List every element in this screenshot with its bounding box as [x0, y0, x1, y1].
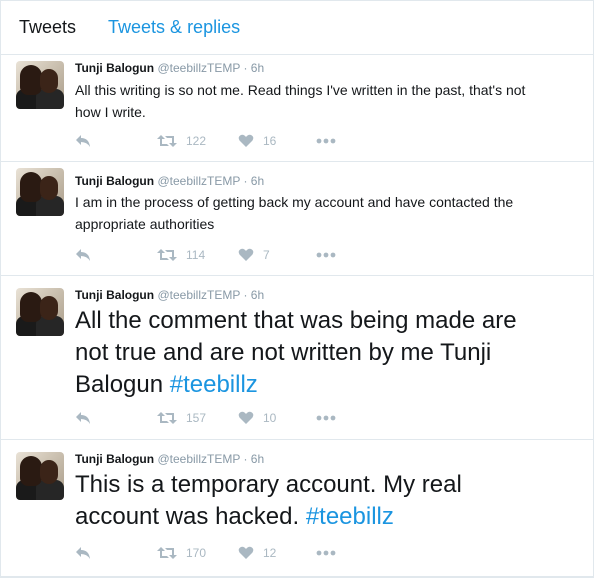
- timeline-panel: Tweets Tweets & replies Tunji Balogun @t…: [0, 0, 594, 578]
- author-handle[interactable]: @teebillzTEMP: [157, 61, 240, 75]
- like-button[interactable]: 10: [238, 411, 316, 425]
- reply-icon: [75, 546, 91, 560]
- tweet-text-line: All this writing is so not me. Read thin…: [75, 82, 526, 98]
- avatar[interactable]: [16, 288, 64, 336]
- tweet-actions: 114 7: [75, 245, 336, 265]
- more-icon: [316, 415, 336, 421]
- retweet-count: 157: [186, 411, 207, 425]
- timestamp[interactable]: 6h: [251, 288, 264, 302]
- like-button[interactable]: 7: [238, 248, 316, 262]
- author-name[interactable]: Tunji Balogun: [75, 174, 154, 188]
- avatar[interactable]: [16, 452, 64, 500]
- author-name[interactable]: Tunji Balogun: [75, 288, 154, 302]
- author-name[interactable]: Tunji Balogun: [75, 61, 154, 75]
- tweet-text-line: This is a temporary account. My real: [75, 471, 462, 498]
- reply-button[interactable]: [75, 411, 157, 425]
- tweet-header: Tunji Balogun @teebillzTEMP · 6h: [75, 61, 264, 75]
- tweet-text: I am in the process of getting back my a…: [75, 191, 513, 235]
- like-count: 16: [263, 134, 277, 148]
- author-handle[interactable]: @teebillzTEMP: [157, 288, 240, 302]
- reply-button[interactable]: [75, 248, 157, 262]
- reply-icon: [75, 134, 91, 148]
- author-handle[interactable]: @teebillzTEMP: [157, 452, 240, 466]
- tweet-header: Tunji Balogun @teebillzTEMP · 6h: [75, 452, 264, 466]
- hashtag-link[interactable]: #teebillz: [170, 371, 258, 398]
- author-handle[interactable]: @teebillzTEMP: [157, 174, 240, 188]
- more-button[interactable]: [316, 550, 336, 556]
- tweet-text-line: appropriate authorities: [75, 216, 215, 232]
- more-icon: [316, 252, 336, 258]
- author-name[interactable]: Tunji Balogun: [75, 452, 154, 466]
- retweet-icon: [157, 411, 177, 425]
- more-icon: [316, 138, 336, 144]
- profile-tabs: Tweets Tweets & replies: [1, 1, 593, 55]
- heart-icon: [238, 248, 254, 262]
- timestamp[interactable]: 6h: [251, 452, 264, 466]
- tweet-header: Tunji Balogun @teebillzTEMP · 6h: [75, 174, 264, 188]
- tweet-text-line: I am in the process of getting back my a…: [75, 194, 514, 210]
- more-icon: [316, 550, 336, 556]
- tweet[interactable]: Tunji Balogun @teebillzTEMP · 6h All thi…: [1, 55, 593, 162]
- timestamp[interactable]: 6h: [251, 61, 264, 75]
- tweet[interactable]: Tunji Balogun @teebillzTEMP · 6h All the…: [1, 276, 593, 440]
- separator: ·: [243, 174, 248, 188]
- tweet[interactable]: Tunji Balogun @teebillzTEMP · 6h This is…: [1, 440, 593, 577]
- heart-icon: [238, 546, 254, 560]
- like-count: 7: [263, 248, 270, 262]
- avatar[interactable]: [16, 61, 64, 109]
- retweet-count: 170: [186, 546, 207, 560]
- timestamp[interactable]: 6h: [251, 174, 264, 188]
- tweet-text-line: All the comment that was being made are: [75, 307, 517, 334]
- reply-button[interactable]: [75, 134, 157, 148]
- heart-icon: [238, 134, 254, 148]
- retweet-button[interactable]: 114: [157, 248, 238, 262]
- tweet-actions: 157 10: [75, 408, 336, 428]
- retweet-button[interactable]: 170: [157, 546, 238, 560]
- heart-icon: [238, 411, 254, 425]
- tweet-actions: 170 12: [75, 543, 336, 563]
- retweet-icon: [157, 248, 177, 262]
- tweet-text: This is a temporary account. My real acc…: [75, 469, 462, 533]
- like-count: 10: [263, 411, 277, 425]
- avatar[interactable]: [16, 168, 64, 216]
- retweet-button[interactable]: 122: [157, 134, 238, 148]
- tweet-header: Tunji Balogun @teebillzTEMP · 6h: [75, 288, 264, 302]
- more-button[interactable]: [316, 415, 336, 421]
- tweet-text: All this writing is so not me. Read thin…: [75, 79, 525, 123]
- retweet-icon: [157, 134, 177, 148]
- like-count: 12: [263, 546, 277, 560]
- tweet-actions: 122 16: [75, 131, 336, 151]
- tweet[interactable]: Tunji Balogun @teebillzTEMP · 6h I am in…: [1, 162, 593, 276]
- reply-icon: [75, 411, 91, 425]
- separator: ·: [243, 61, 248, 75]
- tab-tweets[interactable]: Tweets: [1, 17, 96, 38]
- tweet-text-line: account was hacked.: [75, 503, 306, 530]
- like-button[interactable]: 16: [238, 134, 316, 148]
- separator: ·: [243, 452, 248, 466]
- more-button[interactable]: [316, 138, 336, 144]
- tweet-text-line: not true and are not written by me Tunji: [75, 339, 492, 366]
- reply-button[interactable]: [75, 546, 157, 560]
- tweet-text-line: how I write.: [75, 104, 146, 120]
- more-button[interactable]: [316, 252, 336, 258]
- retweet-count: 114: [186, 248, 206, 262]
- retweet-count: 122: [186, 134, 207, 148]
- tab-tweets-and-replies[interactable]: Tweets & replies: [96, 17, 260, 38]
- retweet-icon: [157, 546, 177, 560]
- hashtag-link[interactable]: #teebillz: [306, 503, 394, 530]
- separator: ·: [243, 288, 248, 302]
- reply-icon: [75, 248, 91, 262]
- tweet-text: All the comment that was being made are …: [75, 305, 517, 401]
- retweet-button[interactable]: 157: [157, 411, 238, 425]
- like-button[interactable]: 12: [238, 546, 316, 560]
- tweet-text-line: Balogun: [75, 371, 170, 398]
